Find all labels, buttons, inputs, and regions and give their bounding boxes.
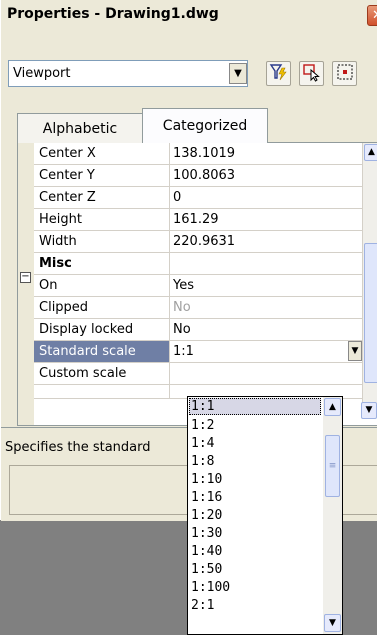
property-value[interactable]: No [170, 319, 362, 340]
pickadd-toggle-icon [337, 64, 352, 80]
dropdown-scroll-down-button[interactable]: ▼ [324, 614, 341, 632]
scale-option[interactable]: 1:8 [189, 453, 321, 470]
property-row-custom-scale[interactable]: Custom scale [34, 363, 362, 385]
property-value[interactable]: 220.9631 [170, 231, 362, 252]
collapse-misc-icon[interactable]: − [20, 272, 31, 283]
scale-option[interactable]: 1:30 [189, 525, 321, 542]
select-objects-icon [302, 64, 320, 82]
scale-option[interactable]: 2:1 [189, 597, 321, 614]
property-value[interactable]: 100.8063 [170, 165, 362, 186]
property-grid-scrollbar[interactable]: ▲ [362, 143, 377, 403]
tab-categorized[interactable]: Categorized [142, 108, 268, 143]
chevron-down-icon: ▼ [351, 346, 359, 356]
object-type-combobox[interactable]: Viewport ▼ [8, 60, 248, 87]
category-row-misc[interactable]: Misc [34, 253, 362, 275]
dropdown-scrollbar[interactable]: ▲ ≡ ▼ [323, 397, 342, 634]
chevron-down-icon: ▼ [329, 618, 336, 628]
scale-option[interactable]: 1:2 [189, 417, 321, 434]
scale-option[interactable]: 1:4 [189, 435, 321, 452]
property-name: Width [34, 231, 170, 252]
property-value[interactable]: 0 [170, 187, 362, 208]
select-objects-button[interactable] [299, 61, 324, 86]
property-row-width[interactable]: Width 220.9631 [34, 231, 362, 253]
chevron-up-icon: ▲ [329, 402, 336, 412]
property-row-center-z[interactable]: Center Z 0 [34, 187, 362, 209]
property-value[interactable]: 138.1019 [170, 143, 362, 164]
scale-option[interactable]: 1:20 [189, 507, 321, 524]
pickadd-toggle-button[interactable] [332, 61, 357, 86]
scale-option[interactable]: 1:100 [189, 579, 321, 596]
scale-option[interactable]: 1:10 [189, 471, 321, 488]
quick-select-button[interactable] [266, 61, 291, 86]
scale-option[interactable]: 1:16 [189, 489, 321, 506]
standard-scale-dropdown-button[interactable]: ▼ [348, 341, 362, 361]
property-value[interactable]: Yes [170, 275, 362, 296]
grid-gutter [18, 143, 34, 425]
property-name: Center Y [34, 165, 170, 186]
property-value[interactable] [170, 363, 362, 384]
description-text: Specifies the standard [5, 440, 151, 455]
property-grid: − Center X 138.1019 Center Y 100.8063 Ce… [17, 143, 377, 426]
combobox-dropdown-button[interactable]: ▼ [229, 63, 247, 84]
scale-option[interactable]: 1:40 [189, 543, 321, 560]
property-name: Standard scale [34, 341, 170, 362]
scale-option[interactable]: 1:50 [189, 561, 321, 578]
scroll-down-button[interactable]: ▼ [361, 402, 377, 419]
dropdown-scroll-thumb[interactable]: ≡ [325, 435, 340, 497]
scale-option[interactable]: 1:1 [189, 398, 321, 415]
property-value[interactable]: 1:1 [170, 341, 362, 362]
tab-strip: Alphabetic Categorized [1, 103, 377, 143]
dropdown-scroll-up-button[interactable]: ▲ [324, 398, 341, 416]
property-row-center-x[interactable]: Center X 138.1019 [34, 143, 362, 165]
title-bar[interactable]: Properties - Drawing1.dwg ✕ [1, 0, 377, 34]
property-row-standard-scale[interactable]: Standard scale 1:1 ▼ [34, 341, 362, 363]
tab-alphabetic[interactable]: Alphabetic [17, 113, 143, 143]
property-row-display-locked[interactable]: Display locked No [34, 319, 362, 341]
property-name: Clipped [34, 297, 170, 318]
quick-select-icon [269, 64, 287, 81]
property-name: Height [34, 209, 170, 230]
property-row-center-y[interactable]: Center Y 100.8063 [34, 165, 362, 187]
chevron-up-icon: ▲ [368, 147, 375, 157]
chevron-down-icon: ▼ [234, 68, 242, 79]
scroll-up-button[interactable]: ▲ [364, 144, 377, 161]
property-row-on[interactable]: On Yes [34, 275, 362, 297]
property-name: Custom scale [34, 363, 170, 384]
property-row-clipped[interactable]: Clipped No [34, 297, 362, 319]
object-type-value: Viewport [13, 66, 71, 81]
chevron-down-icon: ▼ [365, 405, 373, 415]
property-name: Display locked [34, 319, 170, 340]
scroll-thumb[interactable] [364, 243, 377, 383]
window-title: Properties - Drawing1.dwg [7, 6, 219, 22]
category-name: Misc [34, 253, 170, 274]
property-name: On [34, 275, 170, 296]
property-row-height[interactable]: Height 161.29 [34, 209, 362, 231]
property-name: Center X [34, 143, 170, 164]
property-value[interactable]: 161.29 [170, 209, 362, 230]
property-name [34, 385, 170, 399]
category-value [170, 253, 362, 274]
close-button[interactable]: ✕ [367, 5, 377, 26]
standard-scale-dropdown-list[interactable]: 1:1 1:2 1:4 1:8 1:10 1:16 1:20 1:30 1:40… [187, 396, 343, 635]
property-value: No [173, 300, 191, 315]
property-name: Center Z [34, 187, 170, 208]
